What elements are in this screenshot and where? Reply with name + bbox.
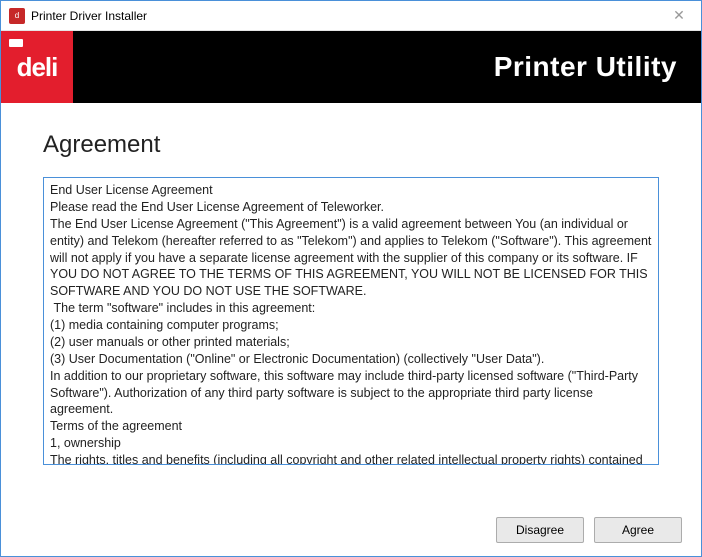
eula-text: End User License Agreement Please read t…: [50, 182, 652, 465]
banner: deli Printer Utility: [1, 31, 701, 103]
disagree-button[interactable]: Disagree: [496, 517, 584, 543]
agree-button[interactable]: Agree: [594, 517, 682, 543]
app-icon: d: [9, 8, 25, 24]
banner-title: Printer Utility: [494, 51, 701, 83]
titlebar: d Printer Driver Installer ✕: [1, 1, 701, 31]
page-heading: Agreement: [43, 131, 659, 159]
logo-tag-icon: [9, 39, 23, 47]
eula-textbox[interactable]: End User License Agreement Please read t…: [43, 177, 659, 465]
close-icon[interactable]: ✕: [659, 2, 699, 30]
button-row: Disagree Agree: [496, 517, 682, 543]
window-title: Printer Driver Installer: [31, 9, 659, 23]
content-area: Agreement End User License Agreement Ple…: [1, 103, 701, 475]
logo-text: deli: [17, 52, 58, 83]
brand-logo: deli: [1, 31, 73, 103]
